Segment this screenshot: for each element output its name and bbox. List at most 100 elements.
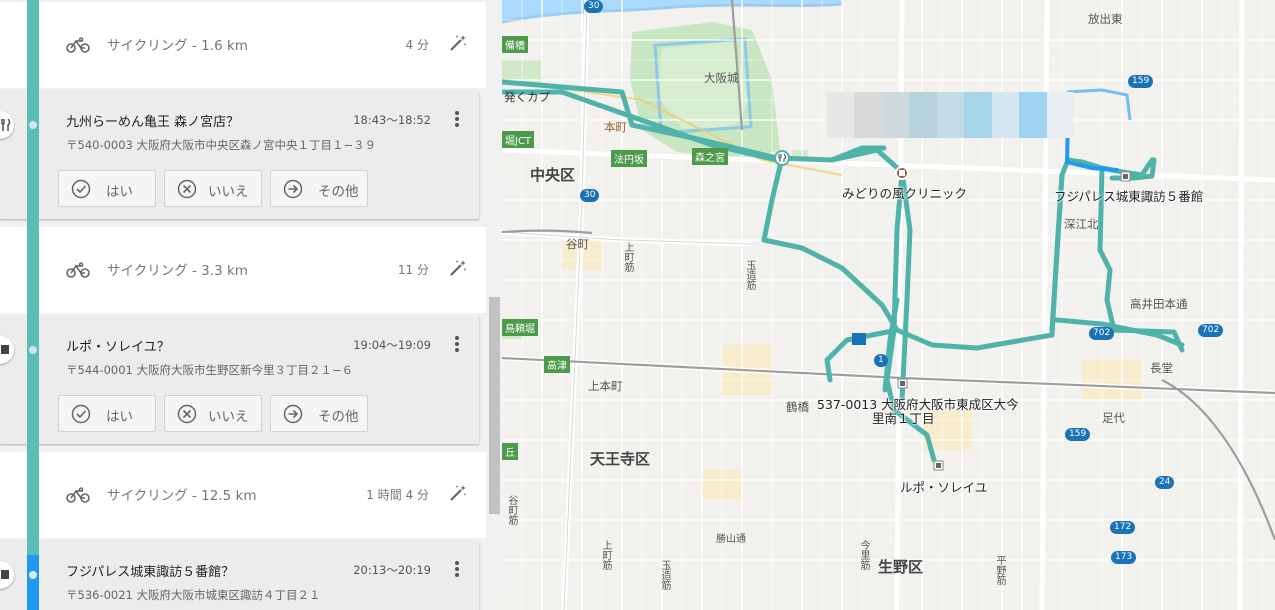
place-marker-address[interactable]: 里南１丁目 [872, 408, 935, 427]
place-card[interactable]: ルポ・ソレイユ？ 19:04〜19:09 〒544-0001 大阪府大阪市生野区… [0, 316, 479, 444]
route-shield: 702 [1089, 327, 1115, 340]
arrow-circle-icon [283, 179, 303, 199]
area-label: 本町 [604, 120, 627, 134]
area-label: 足代 [1102, 411, 1125, 425]
magic-wand-icon[interactable] [448, 483, 468, 503]
confirm-other-button[interactable]: その他 [270, 395, 368, 432]
timeline-dot [29, 346, 37, 354]
route-shield: 24 [1155, 476, 1175, 489]
street-label: 上町筋 [622, 242, 633, 272]
travel-segment[interactable]: サイクリング - 12.5 km 1 時間 4 分 [0, 452, 486, 538]
segment-duration: 4 分 [405, 38, 429, 52]
area-label: 谷町 [566, 237, 589, 251]
close-circle-icon [177, 404, 197, 424]
area-label: 発くカプ [504, 90, 550, 104]
arrow-circle-icon [283, 404, 303, 424]
yes-label: はい [106, 409, 133, 425]
street-label: 玉造筋 [659, 560, 670, 590]
no-label: いいえ [208, 409, 249, 425]
road-sign: 法円坂 [611, 150, 647, 167]
place-time: 19:04〜19:09 [353, 338, 431, 352]
place-time: 20:13〜20:19 [353, 563, 431, 577]
confirm-yes-button[interactable]: はい [58, 170, 156, 207]
street-label: 谷町筋 [506, 495, 517, 525]
district-label: 中央区 [530, 166, 576, 184]
street-label: 玉造筋 [744, 260, 755, 290]
other-label: その他 [318, 184, 359, 200]
place-address: 〒536-0021 大阪府大阪市城東区諏訪４丁目２１ [66, 588, 321, 602]
road-sign: 高津 [544, 356, 570, 373]
place-address: 〒540-0003 大阪府大阪市中央区森ノ宮中央１丁目１−３９ [66, 138, 377, 152]
area-label: 上本町 [588, 379, 623, 393]
close-circle-icon [177, 179, 197, 199]
segment-duration: 1 時間 4 分 [366, 488, 429, 502]
confirm-other-button[interactable]: その他 [270, 170, 368, 207]
place-marker-label[interactable]: フジパレス城東諏訪５番館 [1054, 186, 1203, 205]
street-label: 今里筋 [858, 540, 869, 570]
area-label: 高井田本通 [1130, 297, 1188, 311]
segment-label: サイクリング - 3.3 km [107, 263, 248, 279]
street-label: 勝山通 [716, 534, 746, 545]
place-marker-label[interactable]: みどりの風クリニック [842, 183, 967, 202]
place-card[interactable]: フジパレス城東諏訪５番館？ 20:13〜20:19 〒536-0021 大阪府大… [0, 541, 479, 610]
timeline-dot [29, 121, 37, 129]
more-options-icon[interactable] [449, 334, 465, 354]
route-shield: 172 [1110, 521, 1136, 534]
check-circle-icon [71, 404, 91, 424]
route-shield: 702 [1198, 324, 1224, 337]
area-label: 放出東 [1088, 12, 1123, 26]
area-label: 長堂 [1150, 361, 1173, 375]
segment-label: サイクリング - 1.6 km [107, 38, 248, 54]
map-view[interactable]: 大阪城 中央区 天王寺区 生野区 みどりの風クリニック フジパレス城東諏訪５番館… [502, 0, 1275, 610]
blurred-region [827, 92, 1074, 138]
route-shield: 159 [1065, 428, 1091, 441]
timeline-rail-active [27, 555, 39, 610]
other-label: その他 [318, 409, 359, 425]
district-label: 天王寺区 [590, 450, 651, 468]
route-shield: 30 [580, 189, 600, 202]
segment-label: サイクリング - 12.5 km [107, 488, 257, 504]
bicycle-icon [66, 37, 90, 53]
road-sign: 堀JCT [502, 131, 535, 148]
landmark-label: 大阪城 [704, 71, 739, 85]
area-label: 鶴橋 [786, 400, 809, 414]
travel-segment[interactable]: サイクリング - 3.3 km 11 分 [0, 227, 486, 313]
place-title: 九州らーめん亀王 森ノ宮店？ [66, 115, 240, 130]
place-title: フジパレス城東諏訪５番館？ [66, 565, 235, 580]
road-sign: 丘 [502, 443, 518, 460]
district-label: 生野区 [878, 558, 924, 576]
magic-wand-icon[interactable] [448, 258, 468, 278]
timeline-dot [29, 571, 37, 579]
travel-segment[interactable]: サイクリング - 1.6 km 4 分 [0, 2, 486, 88]
place-title: ルポ・ソレイユ？ [66, 340, 170, 355]
more-options-icon[interactable] [449, 559, 465, 579]
scrollbar-thumb[interactable] [489, 297, 500, 514]
bicycle-icon [66, 262, 90, 278]
no-label: いいえ [208, 184, 249, 200]
street-label: 平野筋 [994, 555, 1005, 585]
street-label: 上町筋 [600, 540, 611, 570]
road-sign: 鳥頼堀 [502, 319, 538, 336]
segment-duration: 11 分 [397, 263, 429, 277]
place-marker-label[interactable]: ルポ・ソレイユ [900, 477, 987, 496]
building-icon [1, 345, 9, 354]
bicycle-icon [66, 487, 90, 503]
place-card[interactable]: 九州らーめん亀王 森ノ宮店？ 18:43〜18:52 〒540-0003 大阪府… [0, 91, 479, 219]
place-address: 〒544-0001 大阪府大阪市生野区新今里３丁目２１−６ [66, 363, 354, 377]
place-time: 18:43〜18:52 [353, 113, 431, 127]
route-shield: 1 [874, 354, 888, 367]
confirm-no-button[interactable]: いいえ [164, 395, 262, 432]
more-options-icon[interactable] [449, 109, 465, 129]
yes-label: はい [106, 184, 133, 200]
road-sign: 備橋 [502, 36, 528, 53]
confirm-yes-button[interactable]: はい [58, 395, 156, 432]
route-shield: 159 [1128, 75, 1154, 88]
confirm-no-button[interactable]: いいえ [164, 170, 262, 207]
route-shield: 173 [1111, 551, 1137, 564]
route-shield: 30 [584, 0, 604, 13]
check-circle-icon [71, 179, 91, 199]
magic-wand-icon[interactable] [448, 33, 468, 53]
timeline-panel: サイクリング - 1.6 km 4 分 九州らーめん亀王 森ノ宮店？ 18:43… [0, 0, 487, 610]
area-label: 深江北 [1064, 217, 1099, 231]
timeline-rail [27, 0, 39, 610]
